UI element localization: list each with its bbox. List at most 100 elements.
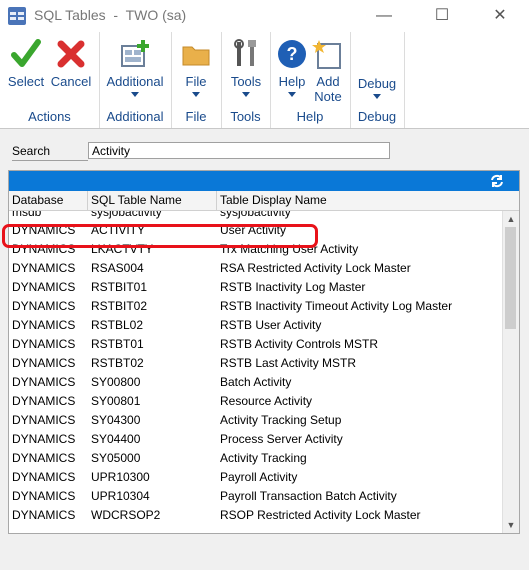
file-group: File File [171,32,222,128]
additional-window-icon [119,38,151,70]
database-cell: DYNAMICS [12,337,76,351]
table-display-name-cell: RSTB Inactivity Log Master [220,280,366,294]
table-row[interactable]: DYNAMICS SY05000 Activity Tracking [9,449,503,468]
scroll-up-arrow-icon[interactable]: ▲ [503,211,519,227]
sql-table-name-cell: UPR10300 [91,470,150,484]
sql-table-name-cell: SY04400 [91,432,141,446]
grid-header: Database SQL Table Name Table Display Na… [9,191,519,211]
database-cell: DYNAMICS [12,489,76,503]
red-highlight-annotation [2,224,318,248]
search-label-underline [12,160,88,161]
sql-table-name-cell: SY05000 [91,451,141,465]
sql-table-name-cell: sysjobactivity [91,211,162,219]
table-row[interactable]: DYNAMICS RSAS004 RSA Restricted Activity L… [9,259,503,278]
table-display-name-cell: Payroll Activity [220,470,298,484]
table-display-name-cell: RSOP Restricted Activity Lock Master [220,508,421,522]
database-cell: DYNAMICS [12,432,76,446]
tools-label: Tools [230,74,262,89]
additional-button[interactable]: Additional [103,38,167,97]
sql-table-name-cell: RSTBL02 [91,318,144,332]
database-cell: DYNAMICS [12,280,76,294]
table-display-name-cell: RSTB Inactivity Timeout Activity Log Mas… [220,299,453,313]
table-row[interactable]: msdb sysjobactivity sysjobactivity [9,211,503,221]
debug-label: Debug [357,76,397,91]
column-header-database[interactable]: Database [9,191,88,210]
cancel-button[interactable]: Cancel [50,38,92,89]
add-note-button[interactable]: Add Note [310,38,346,104]
app-icon [8,7,26,25]
sql-table-name-cell: WDCRSOP2 [91,508,161,522]
add-note-label-line1: Add [316,74,340,89]
column-header-table-display-name[interactable]: Table Display Name [217,191,519,210]
database-cell: DYNAMICS [12,508,76,522]
debug-group: Debug Debug [350,32,405,128]
table-row[interactable]: DYNAMICS RSTBT02 RSTB Last Activity MSTR [9,354,503,373]
table-row[interactable]: DYNAMICS WDCRSOP2 RSOP Restricted Activity… [9,506,503,525]
database-cell: DYNAMICS [12,451,76,465]
sql-table-name-cell: RSAS004 [91,261,144,275]
refresh-icon[interactable] [489,173,505,189]
table-row[interactable]: DYNAMICS UPR10304 Payroll Transaction Batc… [9,487,503,506]
select-label: Select [7,74,45,89]
maximize-button[interactable]: ☐ [413,0,471,32]
table-row[interactable]: DYNAMICS SY04300 Activity Tracking Setup [9,411,503,430]
database-cell: DYNAMICS [12,299,76,313]
table-display-name-cell: Process Server Activity [220,432,343,446]
database-cell: msdb [12,211,42,219]
file-label: File [185,74,207,89]
cancel-x-icon [55,38,87,70]
help-group: ? Help Add Note Help [270,32,351,128]
table-display-name-cell: Activity Tracking Setup [220,413,342,427]
sql-table-name-cell: SY04300 [91,413,141,427]
additional-group-label: Additional [106,109,164,124]
database-cell: DYNAMICS [12,261,76,275]
sql-table-name-cell: RSTBIT01 [91,280,148,294]
sql-table-name-cell: UPR10304 [91,489,150,503]
column-header-sql-table-name[interactable]: SQL Table Name [88,191,217,210]
file-group-label: File [185,109,207,124]
tools-wrench-icon [230,38,262,70]
table-display-name-cell: Payroll Transaction Batch Activity [220,489,397,503]
title-bar: SQL Tables - TWO (sa) — ☐ ✕ [0,0,529,32]
chevron-down-icon [288,92,296,97]
chevron-down-icon [242,92,250,97]
table-row[interactable]: DYNAMICS UPR10300 Payroll Activity [9,468,503,487]
scroll-down-arrow-icon[interactable]: ▼ [503,517,519,533]
help-button[interactable]: ? Help [274,38,310,97]
add-note-icon [312,38,344,70]
debug-button[interactable]: Debug [356,76,398,99]
scroll-thumb[interactable] [505,227,516,329]
table-row[interactable]: DYNAMICS SY00800 Batch Activity [9,373,503,392]
file-button[interactable]: File [177,38,215,97]
ribbon-toolbar: Select Cancel Actions Additional Additio… [0,32,529,129]
tools-button[interactable]: Tools [226,38,266,97]
search-input[interactable] [88,142,390,159]
table-row[interactable]: DYNAMICS RSTBIT02 RSTB Inactivity Timeout … [9,297,503,316]
cancel-label: Cancel [50,74,92,89]
window-title: SQL Tables - TWO (sa) [34,7,187,23]
grid-rows: msdb sysjobactivity sysjobactivity DYNAM… [9,211,503,525]
tools-group: Tools Tools [221,32,271,128]
select-button[interactable]: Select [6,38,46,89]
close-button[interactable]: ✕ [471,0,529,32]
table-row[interactable]: DYNAMICS RSTBIT01 RSTB Inactivity Log Mast… [9,278,503,297]
database-cell: DYNAMICS [12,375,76,389]
table-display-name-cell: Batch Activity [220,375,292,389]
table-row[interactable]: DYNAMICS SY00801 Resource Activity [9,392,503,411]
sql-table-name-cell: RSTBT02 [91,356,144,370]
table-row[interactable]: DYNAMICS RSTBT01 RSTB Activity Controls MS… [9,335,503,354]
sql-table-name-cell: RSTBT01 [91,337,144,351]
table-row[interactable]: DYNAMICS SY04400 Process Server Activity [9,430,503,449]
table-display-name-cell: RSTB User Activity [220,318,322,332]
actions-group-label: Actions [28,109,71,124]
table-display-name-cell: Activity Tracking [220,451,307,465]
database-cell: DYNAMICS [12,394,76,408]
sql-table-name-cell: RSTBIT02 [91,299,148,313]
chevron-down-icon [131,92,139,97]
actions-group: Select Cancel Actions [0,32,100,128]
vertical-scrollbar[interactable]: ▲ ▼ [502,211,519,533]
table-row[interactable]: DYNAMICS RSTBL02 RSTB User Activity [9,316,503,335]
database-cell: DYNAMICS [12,470,76,484]
chevron-down-icon [192,92,200,97]
minimize-button[interactable]: — [355,0,413,32]
